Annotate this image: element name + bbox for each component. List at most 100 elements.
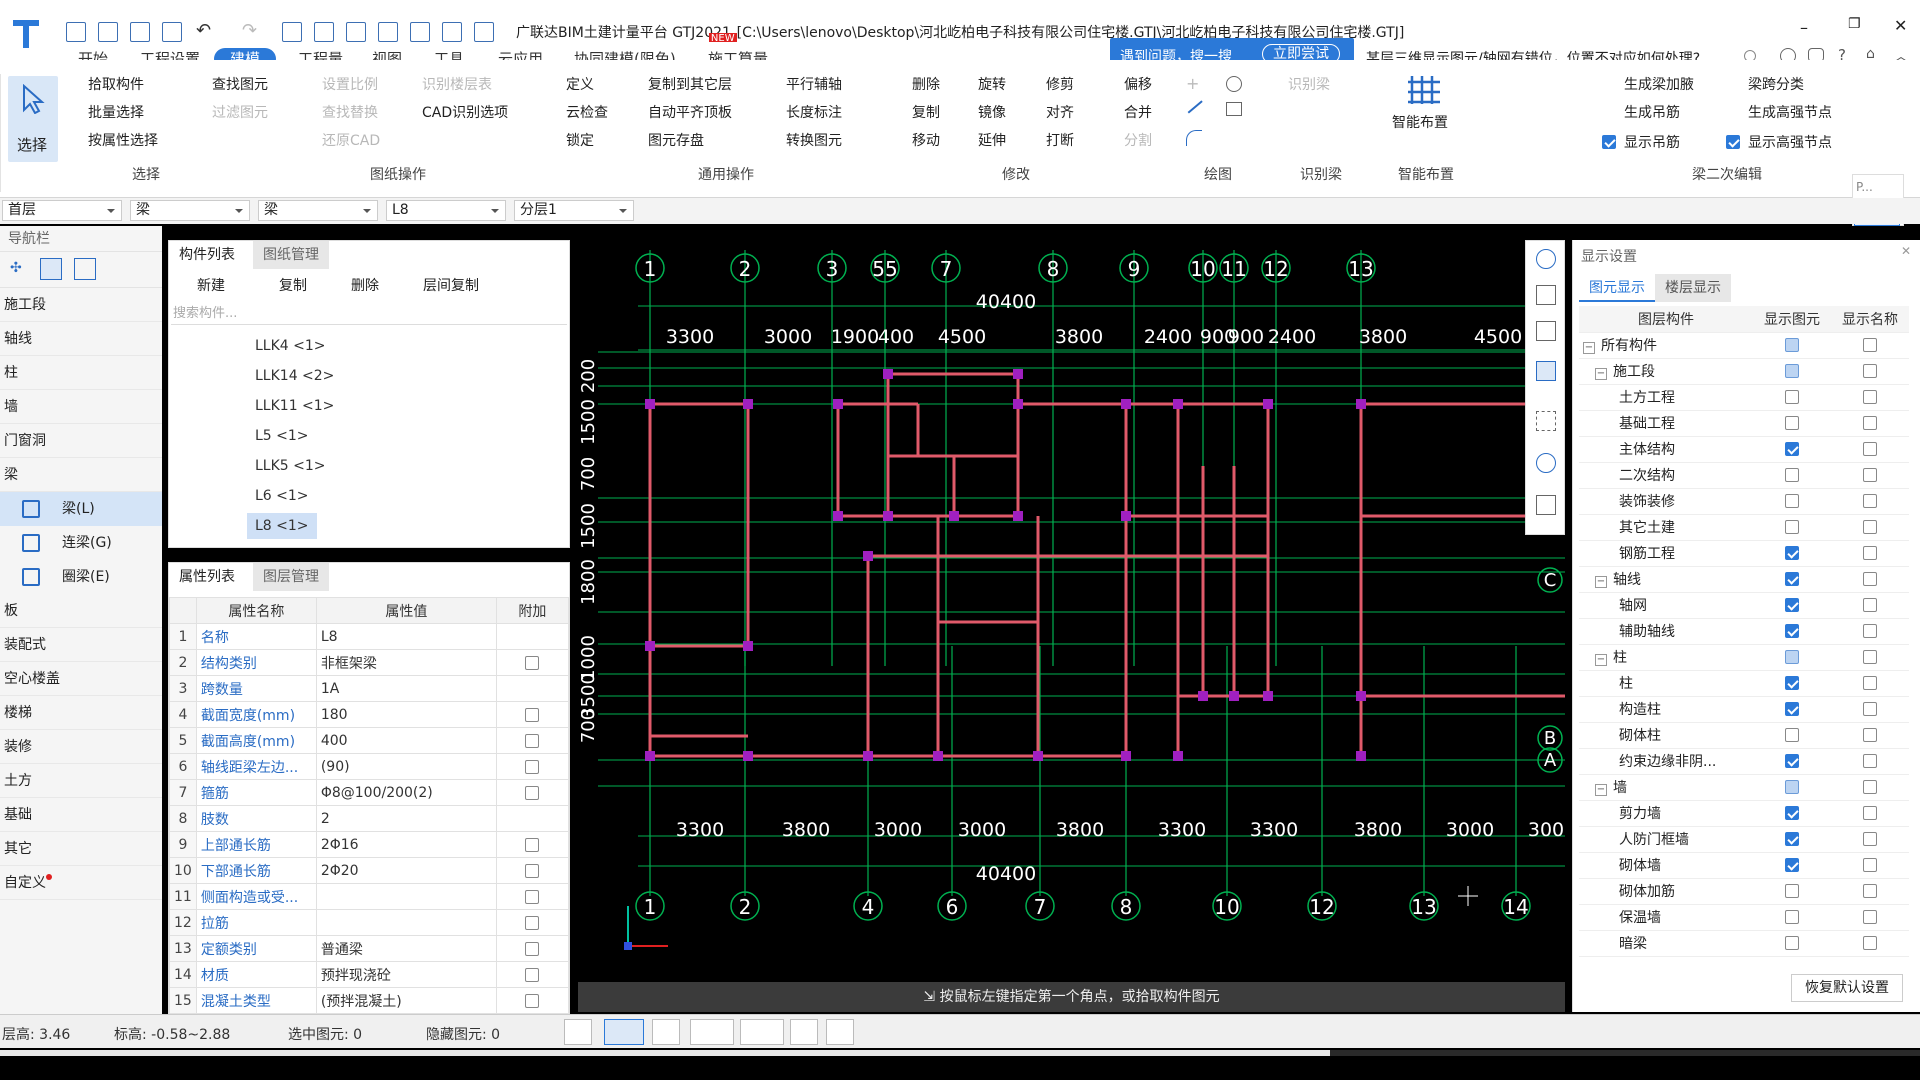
show-name-checkbox[interactable] — [1863, 754, 1877, 768]
nav-item-wall[interactable]: 墙 — [0, 390, 162, 424]
tab-drawing-mgmt[interactable]: 图纸管理 — [253, 241, 329, 269]
show-element-checkbox[interactable] — [1785, 884, 1799, 898]
floor-copy-button[interactable]: 层间复制 — [397, 275, 479, 297]
show-element-cell[interactable] — [1753, 800, 1831, 827]
show-element-cell[interactable] — [1753, 332, 1831, 359]
prop-value[interactable]: 普通梁 — [315, 935, 497, 962]
extra-checkbox[interactable] — [525, 863, 540, 878]
show-name-checkbox[interactable] — [1863, 442, 1877, 456]
beam-span-class-button[interactable]: 梁跨分类 — [1722, 74, 1804, 96]
display-row[interactable]: 约束边缘非阴... — [1579, 748, 1909, 775]
app-logo[interactable] — [10, 14, 42, 50]
show-element-cell[interactable] — [1753, 722, 1831, 749]
show-element-cell[interactable] — [1753, 592, 1831, 619]
show-name-checkbox[interactable] — [1863, 936, 1877, 950]
show-element-checkbox[interactable] — [1785, 494, 1799, 508]
display-row[interactable]: − 施工段 — [1579, 358, 1909, 385]
mini-p-label[interactable]: P... — [1856, 180, 1873, 194]
type-select[interactable]: 梁 — [130, 200, 250, 221]
show-element-cell[interactable] — [1753, 826, 1831, 853]
display-row[interactable]: 辅助轴线 — [1579, 618, 1909, 645]
nav-item-openings[interactable]: 门窗洞 — [0, 424, 162, 458]
show-hs-node-checkbox[interactable] — [1726, 134, 1740, 150]
display-row[interactable]: 砌体墙 — [1579, 852, 1909, 879]
prop-extra[interactable] — [495, 831, 570, 858]
list-view-icon[interactable] — [40, 258, 62, 280]
rect-draw-icon[interactable] — [1226, 102, 1242, 116]
component-select[interactable]: L8 — [386, 200, 506, 221]
fullscreen-icon[interactable] — [1536, 411, 1556, 431]
show-element-cell[interactable] — [1753, 670, 1831, 697]
offset-input-icon[interactable] — [740, 1019, 784, 1045]
extra-checkbox[interactable] — [525, 785, 540, 800]
prop-value[interactable]: 400 — [315, 727, 497, 754]
extra-checkbox[interactable] — [525, 993, 540, 1008]
show-name-checkbox[interactable] — [1863, 520, 1877, 534]
collapse-toggle[interactable]: − — [1595, 576, 1607, 588]
show-name-checkbox[interactable] — [1863, 832, 1877, 846]
gen-hs-node-button[interactable]: 生成高强节点 — [1722, 102, 1832, 124]
show-element-cell[interactable] — [1753, 514, 1831, 541]
show-name-checkbox[interactable] — [1863, 546, 1877, 560]
prop-extra[interactable] — [495, 909, 570, 936]
extra-checkbox[interactable] — [525, 733, 540, 748]
prop-value[interactable]: L8 — [315, 623, 497, 650]
drawing-canvas[interactable]: 1 2 3 55 7 8 9 10 11 12 13 40400 3300 3000 1900 400 4500… — [578, 226, 1565, 1014]
show-element-checkbox[interactable] — [1785, 858, 1799, 872]
show-element-cell[interactable] — [1753, 748, 1831, 775]
cad-drawing[interactable]: 1 2 3 55 7 8 9 10 11 12 13404003300 3000 1900400 4500… — [578, 226, 1565, 1014]
list-item[interactable]: L5 <1> — [247, 423, 317, 449]
split-button[interactable]: 分割 — [1098, 130, 1152, 152]
show-element-checkbox[interactable] — [1785, 676, 1799, 690]
filter-element-button[interactable]: 过滤图元 — [186, 102, 268, 124]
auto-align-top-button[interactable]: 自动平齐顶板 — [622, 102, 732, 124]
collapse-toggle[interactable]: − — [1583, 342, 1595, 354]
cad-options-button[interactable]: CAD识别选项 — [396, 102, 508, 124]
show-name-checkbox[interactable] — [1863, 624, 1877, 638]
line-draw-icon[interactable] — [1187, 100, 1203, 114]
show-element-checkbox[interactable] — [1785, 832, 1799, 846]
nav-item-hollow[interactable]: 空心楼盖 — [0, 662, 162, 696]
display-row[interactable]: 砌体柱 — [1579, 722, 1909, 749]
3d-view-icon[interactable] — [1536, 285, 1556, 305]
tab-element-display[interactable]: 图元显示 — [1579, 274, 1655, 302]
display-row[interactable]: 剪力墙 — [1579, 800, 1909, 827]
display-row[interactable]: − 柱 — [1579, 644, 1909, 671]
display-row[interactable]: − 轴线 — [1579, 566, 1909, 593]
show-element-checkbox[interactable] — [1785, 598, 1799, 612]
show-element-checkbox[interactable] — [1785, 442, 1799, 456]
length-dim-button[interactable]: 长度标注 — [760, 102, 842, 124]
find-element-button[interactable]: 查找图元 — [186, 74, 268, 96]
display-row[interactable]: 土方工程 — [1579, 384, 1909, 411]
collapse-toggle[interactable]: − — [1595, 368, 1607, 380]
prop-value[interactable]: 2Φ20 — [315, 857, 497, 884]
extra-checkbox[interactable] — [525, 967, 540, 982]
show-name-checkbox[interactable] — [1863, 858, 1877, 872]
component-search-input[interactable]: 搜索构件... — [171, 303, 567, 325]
prop-extra[interactable] — [495, 727, 570, 754]
nav-item-other[interactable]: 其它 — [0, 832, 162, 866]
ortho-icon[interactable] — [564, 1019, 592, 1045]
show-name-checkbox[interactable] — [1863, 572, 1877, 586]
nav-item-segment[interactable]: 施工段 — [0, 288, 162, 322]
display-row[interactable]: − 墙 — [1579, 774, 1909, 801]
show-element-checkbox[interactable] — [1785, 754, 1799, 768]
orbit-icon[interactable] — [1536, 249, 1556, 269]
copy-component-button[interactable]: 复制 — [253, 275, 307, 297]
show-name-checkbox[interactable] — [1863, 884, 1877, 898]
table-row[interactable]: 6 轴线距梁左边... (90) — [169, 753, 570, 780]
tab-component-list[interactable]: 构件列表 — [169, 241, 245, 269]
show-name-cell[interactable] — [1831, 384, 1909, 411]
show-name-cell[interactable] — [1831, 930, 1909, 957]
prop-extra[interactable] — [495, 779, 570, 806]
show-element-checkbox[interactable] — [1785, 338, 1799, 352]
show-name-cell[interactable] — [1831, 670, 1909, 697]
delete-button[interactable]: 删除 — [886, 74, 940, 96]
restore-button[interactable]: ❐ — [1848, 16, 1861, 32]
prop-extra[interactable] — [495, 701, 570, 728]
show-name-checkbox[interactable] — [1863, 338, 1877, 352]
select-by-attr-button[interactable]: 按属性选择 — [62, 130, 158, 152]
table-row[interactable]: 9 上部通长筋 2Φ16 — [169, 831, 570, 858]
display-row[interactable]: 主体结构 — [1579, 436, 1909, 463]
show-name-cell[interactable] — [1831, 644, 1909, 671]
